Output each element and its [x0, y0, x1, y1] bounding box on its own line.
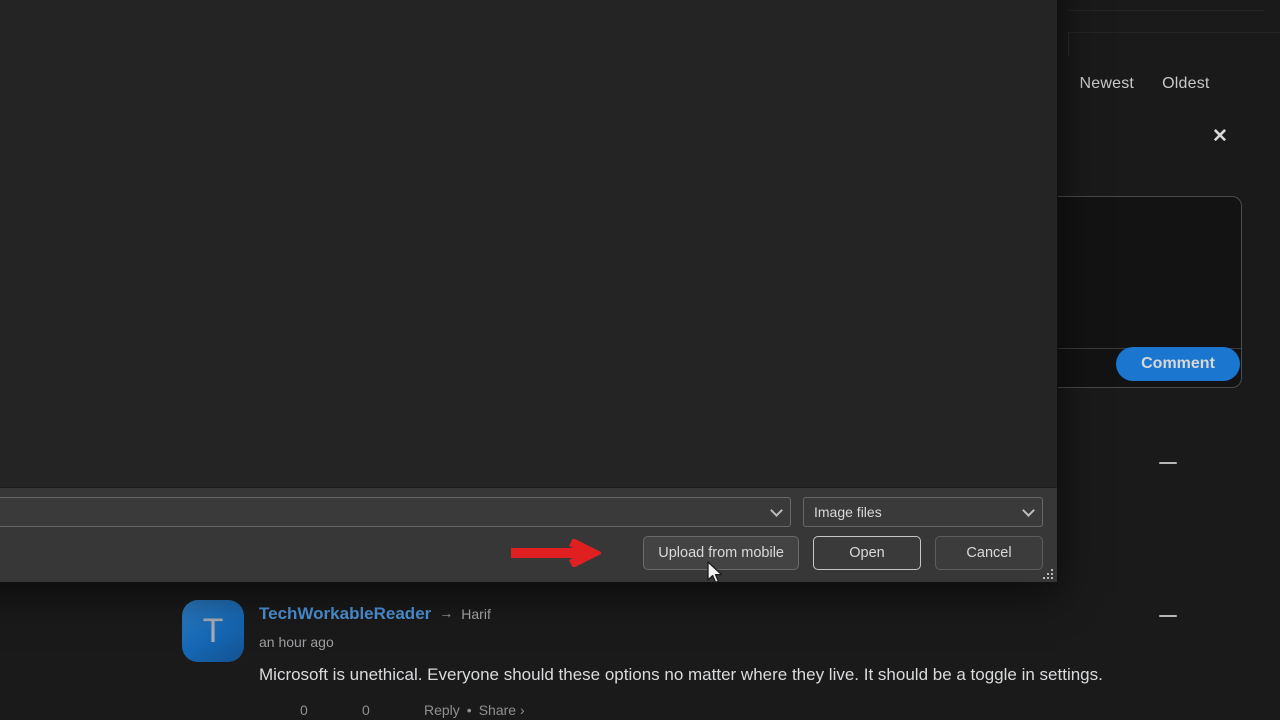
- cancel-button[interactable]: Cancel: [935, 536, 1043, 570]
- file-chooser-button-row: Upload from mobile Open Cancel: [0, 536, 1043, 570]
- comment-actions: 0 0 Reply • Share ›: [300, 702, 525, 718]
- upvote-count[interactable]: 0: [300, 702, 362, 718]
- comment-header: TechWorkableReader → Harif: [259, 604, 491, 624]
- comment-body: Microsoft is unethical. Everyone should …: [259, 664, 1103, 686]
- file-chooser-action-bar: Image files Upload from mobile Open Canc…: [0, 487, 1057, 582]
- comment-reply-target[interactable]: Harif: [461, 606, 491, 622]
- share-button[interactable]: Share ›: [479, 702, 525, 718]
- divider-vertical: [1068, 32, 1069, 56]
- comment-author[interactable]: TechWorkableReader: [259, 604, 431, 624]
- resize-grip-icon[interactable]: [1041, 567, 1053, 579]
- divider-top: [1068, 10, 1264, 11]
- file-type-filter-combobox[interactable]: Image files: [803, 497, 1043, 527]
- reply-button[interactable]: Reply: [424, 702, 460, 718]
- file-chooser-file-list[interactable]: [0, 0, 1057, 487]
- comment-textarea[interactable]: [1035, 197, 1241, 349]
- collapse-thread-button-1[interactable]: [1155, 452, 1181, 474]
- file-chooser-combo-row: Image files: [0, 497, 1043, 527]
- comment-sort-bar: t Newest Oldest: [1046, 68, 1210, 100]
- screen: t Newest Oldest ✕ Comment T TechWorkable…: [0, 0, 1280, 720]
- avatar[interactable]: T: [182, 600, 244, 662]
- file-chooser-dialog: Image files Upload from mobile Open Canc…: [0, 0, 1058, 583]
- action-separator: •: [467, 702, 472, 718]
- divider-top-2: [1068, 32, 1280, 33]
- file-type-filter-value: Image files: [814, 504, 882, 520]
- sort-option-oldest[interactable]: Oldest: [1162, 75, 1209, 93]
- sort-option-newest[interactable]: Newest: [1080, 75, 1135, 93]
- comment-submit-button[interactable]: Comment: [1116, 347, 1240, 381]
- upload-from-mobile-button[interactable]: Upload from mobile: [643, 536, 799, 570]
- chevron-down-icon: [770, 504, 783, 517]
- collapse-thread-button-2[interactable]: [1155, 605, 1181, 627]
- open-button[interactable]: Open: [813, 536, 921, 570]
- reply-arrow-icon: →: [439, 605, 453, 621]
- close-icon[interactable]: ✕: [1209, 126, 1231, 148]
- chevron-down-icon: [1022, 504, 1035, 517]
- comment-timestamp[interactable]: an hour ago: [259, 634, 334, 650]
- location-combobox[interactable]: [0, 497, 791, 527]
- downvote-count[interactable]: 0: [362, 702, 424, 718]
